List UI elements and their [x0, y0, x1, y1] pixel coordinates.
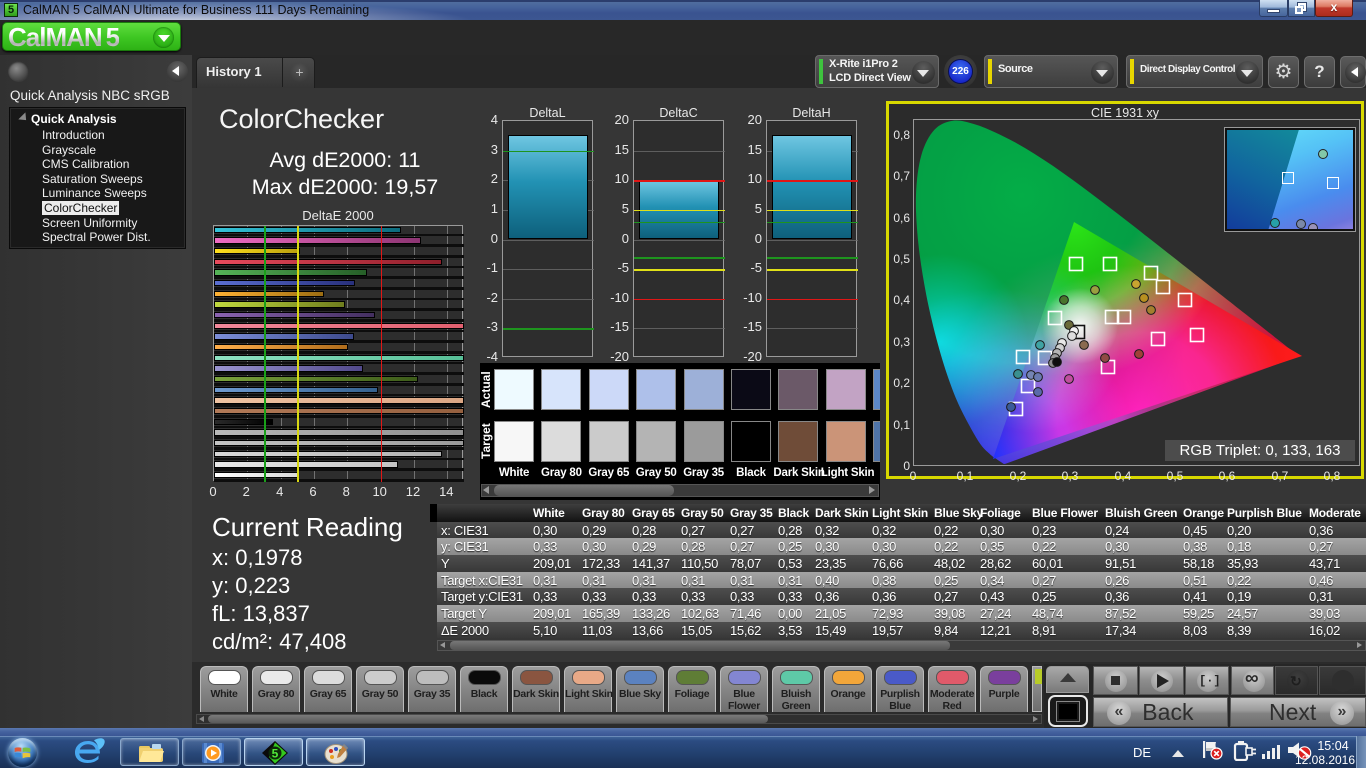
svg-text:5: 5 [272, 747, 279, 761]
